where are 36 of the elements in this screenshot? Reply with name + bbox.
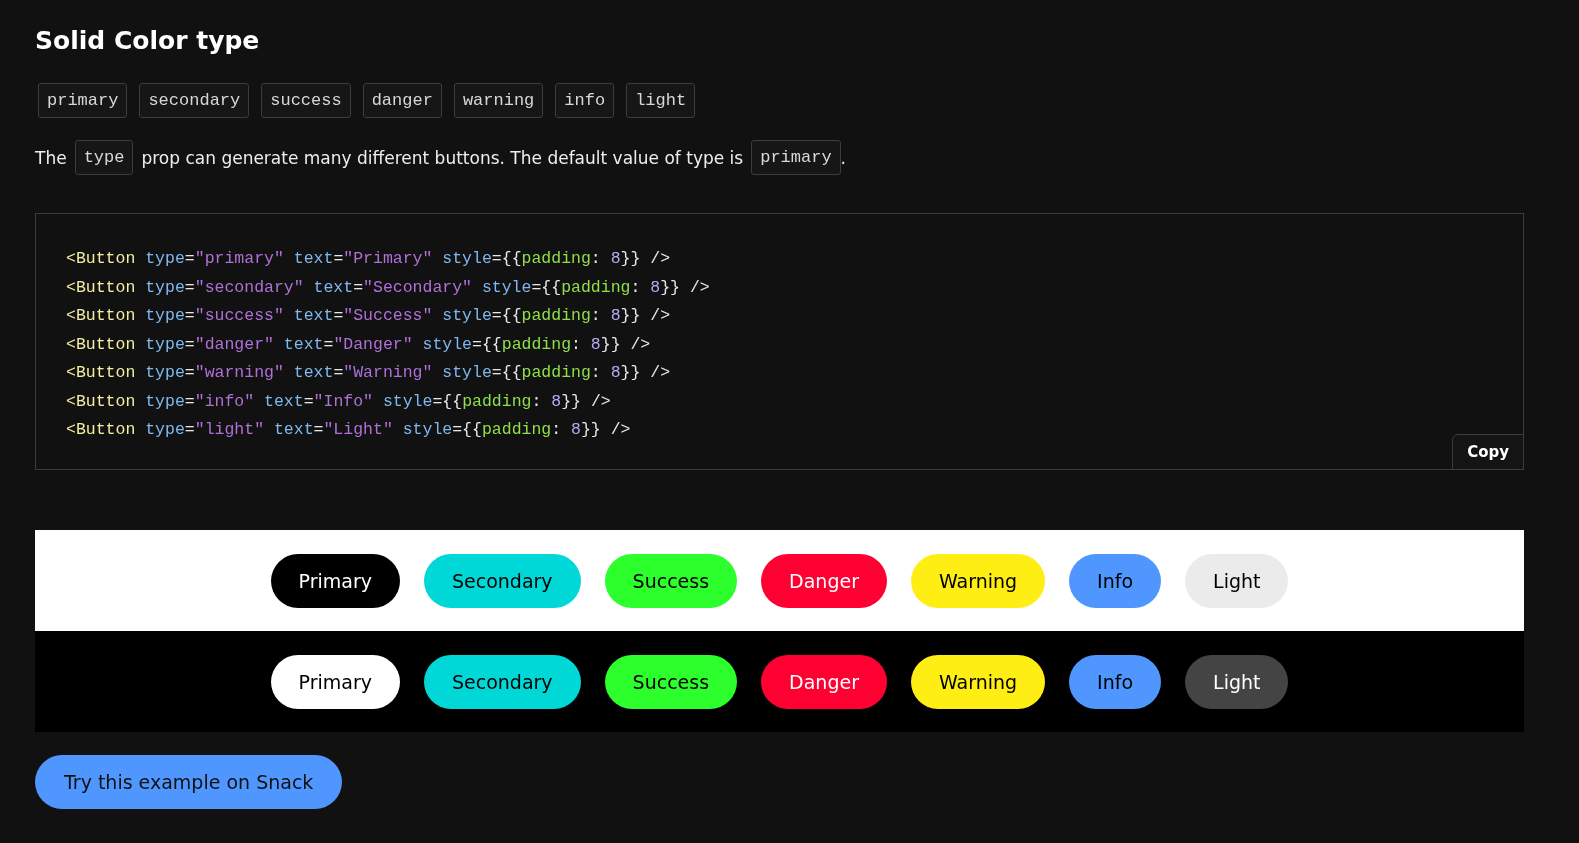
- demo-button[interactable]: Warning: [910, 654, 1046, 709]
- demo-button[interactable]: Success: [604, 553, 738, 608]
- code-chip: info: [555, 83, 615, 118]
- code-chip: light: [626, 83, 696, 118]
- code-line: <Button type="primary" text="Primary" style={{padding: 8}} />: [66, 248, 672, 270]
- code-chip: primary: [751, 140, 841, 175]
- demo-button[interactable]: Primary: [270, 553, 400, 608]
- code-chip: success: [261, 83, 351, 118]
- code-chip: danger: [362, 83, 442, 118]
- code-line: <Button type="danger" text="Danger" style={{padding: 8}} />: [66, 333, 652, 356]
- demo-button[interactable]: Secondary: [423, 654, 581, 709]
- demo-button[interactable]: Danger: [761, 654, 887, 709]
- demo-button[interactable]: Light: [1185, 654, 1289, 709]
- description-text: .: [840, 147, 846, 168]
- copy-button[interactable]: Copy: [1452, 434, 1524, 470]
- demo-button[interactable]: Info: [1069, 654, 1162, 709]
- snack-button[interactable]: Try this example on Snack: [35, 755, 343, 809]
- demo-button[interactable]: Primary: [270, 654, 400, 709]
- section-title: Solid Color type: [35, 26, 261, 55]
- code-line: <Button type="light" text="Light" style={{padding: 8}} />: [66, 419, 632, 441]
- demo-button[interactable]: Danger: [761, 553, 887, 608]
- code-chip: type: [74, 140, 134, 175]
- code-chip: warning: [453, 83, 544, 118]
- demo-button[interactable]: Light: [1185, 553, 1289, 608]
- code-chip: secondary: [139, 83, 250, 118]
- demo-button[interactable]: Warning: [910, 553, 1046, 608]
- demo-button[interactable]: Info: [1069, 553, 1162, 608]
- code-line: <Button type="warning" text="Warning" style={{padding: 8}} />: [66, 362, 672, 384]
- code-line: <Button type="success" text="Success" style={{padding: 8}} />: [66, 305, 672, 327]
- code-line: <Button type="secondary" text="Secondary" style={{padding: 8}} />: [66, 276, 711, 299]
- description-text: prop can generate many different buttons. The default value of type is: [141, 147, 744, 168]
- code-line: <Button type="info" text="Info" style={{padding: 8}} />: [66, 390, 612, 413]
- demo-button[interactable]: Success: [604, 654, 738, 709]
- demo-button[interactable]: Secondary: [423, 553, 581, 608]
- code-chip: primary: [38, 83, 128, 118]
- description-text: The: [35, 147, 67, 168]
